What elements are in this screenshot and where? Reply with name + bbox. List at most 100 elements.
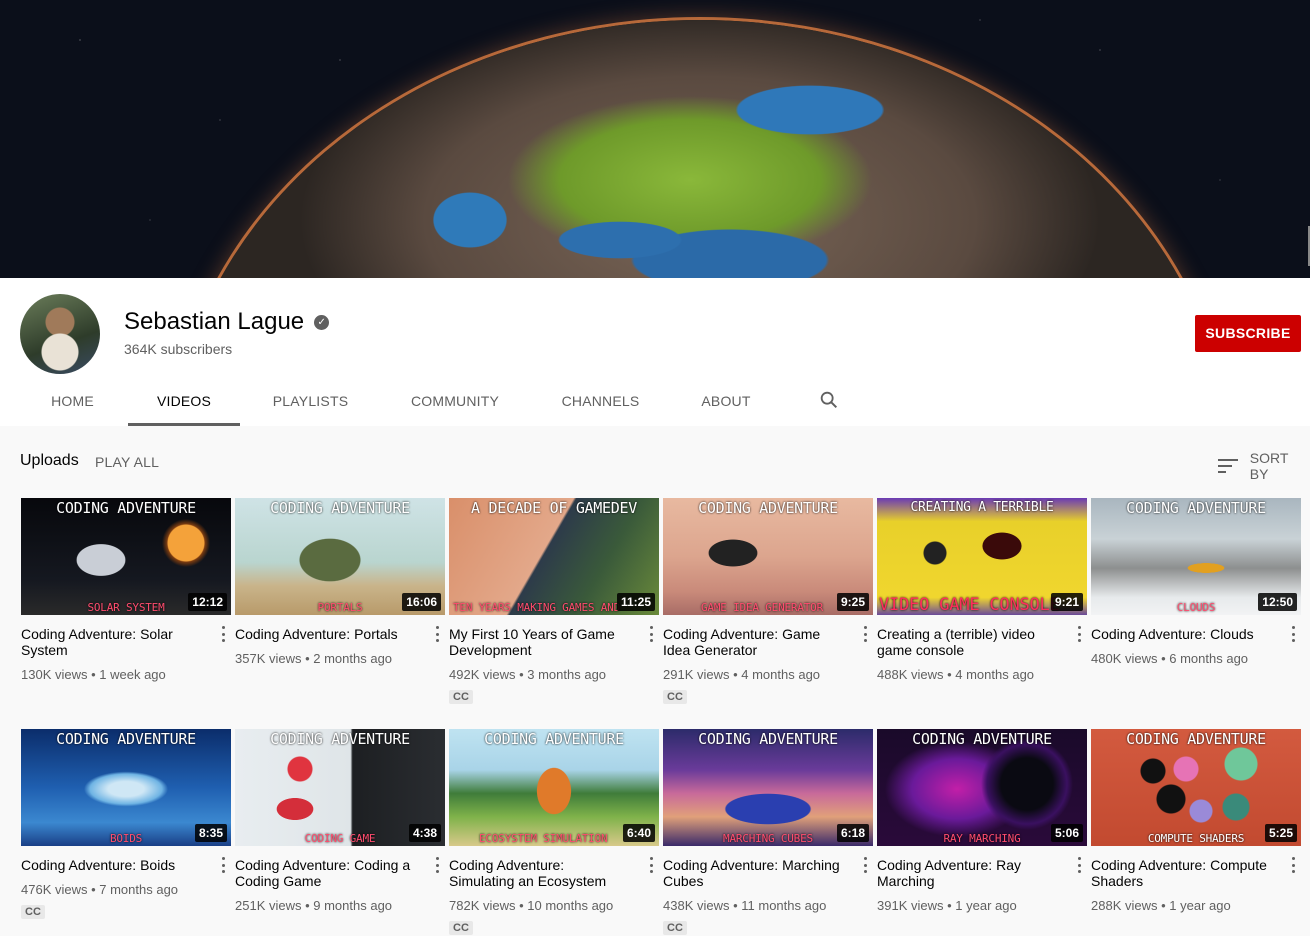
- video-meta: 488K views • 4 months ago: [877, 667, 1035, 682]
- tab-community[interactable]: COMMUNITY: [400, 374, 510, 426]
- video-views: 288K views: [1091, 898, 1158, 913]
- thumbnail-title: CODING ADVENTURE: [56, 499, 196, 517]
- video-duration: 5:06: [1050, 824, 1083, 842]
- tab-home[interactable]: HOME: [20, 374, 125, 426]
- video-views: 357K views: [235, 651, 302, 666]
- video-title[interactable]: Creating a (terrible) video game console: [877, 626, 1061, 658]
- more-options-icon[interactable]: [221, 626, 225, 642]
- video-meta: 782K views • 10 months ago: [449, 898, 614, 913]
- video-views: 130K views: [21, 667, 88, 682]
- video-duration: 5:25: [1264, 824, 1297, 842]
- video-card[interactable]: CODING ADVENTURE RAY MARCHING 5:06 Codin…: [877, 729, 1087, 913]
- video-title[interactable]: My First 10 Years of Game Development: [449, 626, 633, 658]
- channel-name: Sebastian Lague: [124, 308, 305, 335]
- closed-captions-badge: CC: [449, 921, 473, 935]
- channel-name-row: Sebastian Lague ✓: [124, 308, 330, 336]
- video-thumbnail[interactable]: CODING ADVENTURE SOLAR SYSTEM 12:12: [21, 498, 231, 615]
- video-thumbnail[interactable]: CODING ADVENTURE CLOUDS 12:50: [1091, 498, 1301, 615]
- video-age: 9 months ago: [313, 898, 393, 913]
- thumbnail-title: CODING ADVENTURE: [270, 730, 410, 748]
- tab-channels[interactable]: CHANNELS: [548, 374, 653, 426]
- video-age: 4 months ago: [741, 667, 821, 682]
- video-card[interactable]: CODING ADVENTURE GAME IDEA GENERATOR 9:2…: [663, 498, 873, 705]
- sort-by-button[interactable]: SORT BY: [1218, 450, 1310, 482]
- video-card[interactable]: CODING ADVENTURE BOIDS 8:35 Coding Adven…: [21, 729, 231, 920]
- video-thumbnail[interactable]: CODING ADVENTURE ECOSYSTEM SIMULATION 6:…: [449, 729, 659, 846]
- video-title[interactable]: Coding Adventure: Coding a Coding Game: [235, 857, 419, 889]
- video-thumbnail[interactable]: CODING ADVENTURE RAY MARCHING 5:06: [877, 729, 1087, 846]
- video-card[interactable]: CODING ADVENTURE CLOUDS 12:50 Coding Adv…: [1091, 498, 1301, 666]
- channel-avatar[interactable]: [20, 294, 100, 374]
- video-duration: 4:38: [408, 824, 441, 842]
- video-age: 10 months ago: [527, 898, 614, 913]
- video-thumbnail[interactable]: CODING ADVENTURE GAME IDEA GENERATOR 9:2…: [663, 498, 873, 615]
- video-title[interactable]: Coding Adventure: Compute Shaders: [1091, 857, 1275, 889]
- more-options-icon[interactable]: [435, 626, 439, 642]
- more-options-icon[interactable]: [649, 626, 653, 642]
- video-thumbnail[interactable]: CODING ADVENTURE MARCHING CUBES 6:18: [663, 729, 873, 846]
- video-card[interactable]: CREATING A TERRIBLE VIDEO GAME CONSOLE 9…: [877, 498, 1087, 682]
- video-age: 1 week ago: [99, 667, 166, 682]
- video-card[interactable]: CODING ADVENTURE PORTALS 16:06 Coding Ad…: [235, 498, 445, 666]
- video-thumbnail[interactable]: CODING ADVENTURE COMPUTE SHADERS 5:25: [1091, 729, 1301, 846]
- more-options-icon[interactable]: [1077, 857, 1081, 873]
- thumbnail-title: CODING ADVENTURE: [56, 730, 196, 748]
- video-duration: 6:18: [836, 824, 869, 842]
- more-options-icon[interactable]: [1291, 626, 1295, 642]
- video-title[interactable]: Coding Adventure: Clouds: [1091, 626, 1275, 642]
- video-title[interactable]: Coding Adventure: Portals: [235, 626, 419, 642]
- video-card[interactable]: CODING ADVENTURE ECOSYSTEM SIMULATION 6:…: [449, 729, 659, 936]
- video-thumbnail[interactable]: CODING ADVENTURE PORTALS 16:06: [235, 498, 445, 615]
- video-title[interactable]: Coding Adventure: Solar System: [21, 626, 205, 658]
- more-options-icon[interactable]: [221, 857, 225, 873]
- more-options-icon[interactable]: [863, 857, 867, 873]
- video-card[interactable]: CODING ADVENTURE MARCHING CUBES 6:18 Cod…: [663, 729, 873, 936]
- thumbnail-title: CODING ADVENTURE: [698, 499, 838, 517]
- video-views: 391K views: [877, 898, 944, 913]
- video-title[interactable]: Coding Adventure: Game Idea Generator: [663, 626, 847, 658]
- video-title[interactable]: Coding Adventure: Marching Cubes: [663, 857, 847, 889]
- video-thumbnail[interactable]: CODING ADVENTURE BOIDS 8:35: [21, 729, 231, 846]
- video-duration: 12:12: [188, 593, 227, 611]
- video-thumbnail[interactable]: CODING ADVENTURE CODING GAME 4:38: [235, 729, 445, 846]
- tab-videos[interactable]: VIDEOS: [128, 374, 240, 426]
- video-title[interactable]: Coding Adventure: Boids: [21, 857, 205, 873]
- thumbnail-title: CODING ADVENTURE: [270, 499, 410, 517]
- video-card[interactable]: CODING ADVENTURE CODING GAME 4:38 Coding…: [235, 729, 445, 913]
- search-icon[interactable]: [818, 389, 840, 411]
- video-meta: 480K views • 6 months ago: [1091, 651, 1249, 666]
- video-card[interactable]: CODING ADVENTURE SOLAR SYSTEM 12:12 Codi…: [21, 498, 231, 682]
- video-meta: 291K views • 4 months ago: [663, 667, 821, 682]
- video-card[interactable]: CODING ADVENTURE COMPUTE SHADERS 5:25 Co…: [1091, 729, 1301, 913]
- video-card[interactable]: A DECADE OF GAMEDEV TEN YEARS MAKING GAM…: [449, 498, 659, 705]
- more-options-icon[interactable]: [435, 857, 439, 873]
- verified-check-icon: ✓: [314, 314, 330, 330]
- video-title[interactable]: Coding Adventure: Simulating an Ecosyste…: [449, 857, 633, 889]
- closed-captions-badge: CC: [449, 690, 473, 704]
- video-views: 251K views: [235, 898, 302, 913]
- sort-by-label: SORT BY: [1249, 450, 1289, 482]
- video-duration: 8:35: [194, 824, 227, 842]
- video-age: 4 months ago: [955, 667, 1035, 682]
- channel-header: Sebastian Lague ✓ 364K subscribers SUBSC…: [0, 278, 1310, 426]
- video-age: 2 months ago: [313, 651, 393, 666]
- video-views: 492K views: [449, 667, 516, 682]
- tab-playlists[interactable]: PLAYLISTS: [258, 374, 363, 426]
- more-options-icon[interactable]: [1077, 626, 1081, 642]
- video-meta: 492K views • 3 months ago: [449, 667, 607, 682]
- video-title[interactable]: Coding Adventure: Ray Marching: [877, 857, 1061, 889]
- more-options-icon[interactable]: [1291, 857, 1295, 873]
- tab-about[interactable]: ABOUT: [680, 374, 772, 426]
- video-age: 1 year ago: [1169, 898, 1231, 913]
- play-all-button[interactable]: PLAY ALL: [95, 454, 159, 470]
- more-options-icon[interactable]: [863, 626, 867, 642]
- video-thumbnail[interactable]: A DECADE OF GAMEDEV TEN YEARS MAKING GAM…: [449, 498, 659, 615]
- thumbnail-title: CODING ADVENTURE: [912, 730, 1052, 748]
- video-age: 6 months ago: [1169, 651, 1249, 666]
- video-meta: 130K views • 1 week ago: [21, 667, 166, 682]
- video-thumbnail[interactable]: CREATING A TERRIBLE VIDEO GAME CONSOLE 9…: [877, 498, 1087, 615]
- subscribe-button[interactable]: SUBSCRIBE: [1195, 315, 1301, 352]
- more-options-icon[interactable]: [649, 857, 653, 873]
- video-views: 480K views: [1091, 651, 1158, 666]
- closed-captions-badge: CC: [663, 921, 687, 935]
